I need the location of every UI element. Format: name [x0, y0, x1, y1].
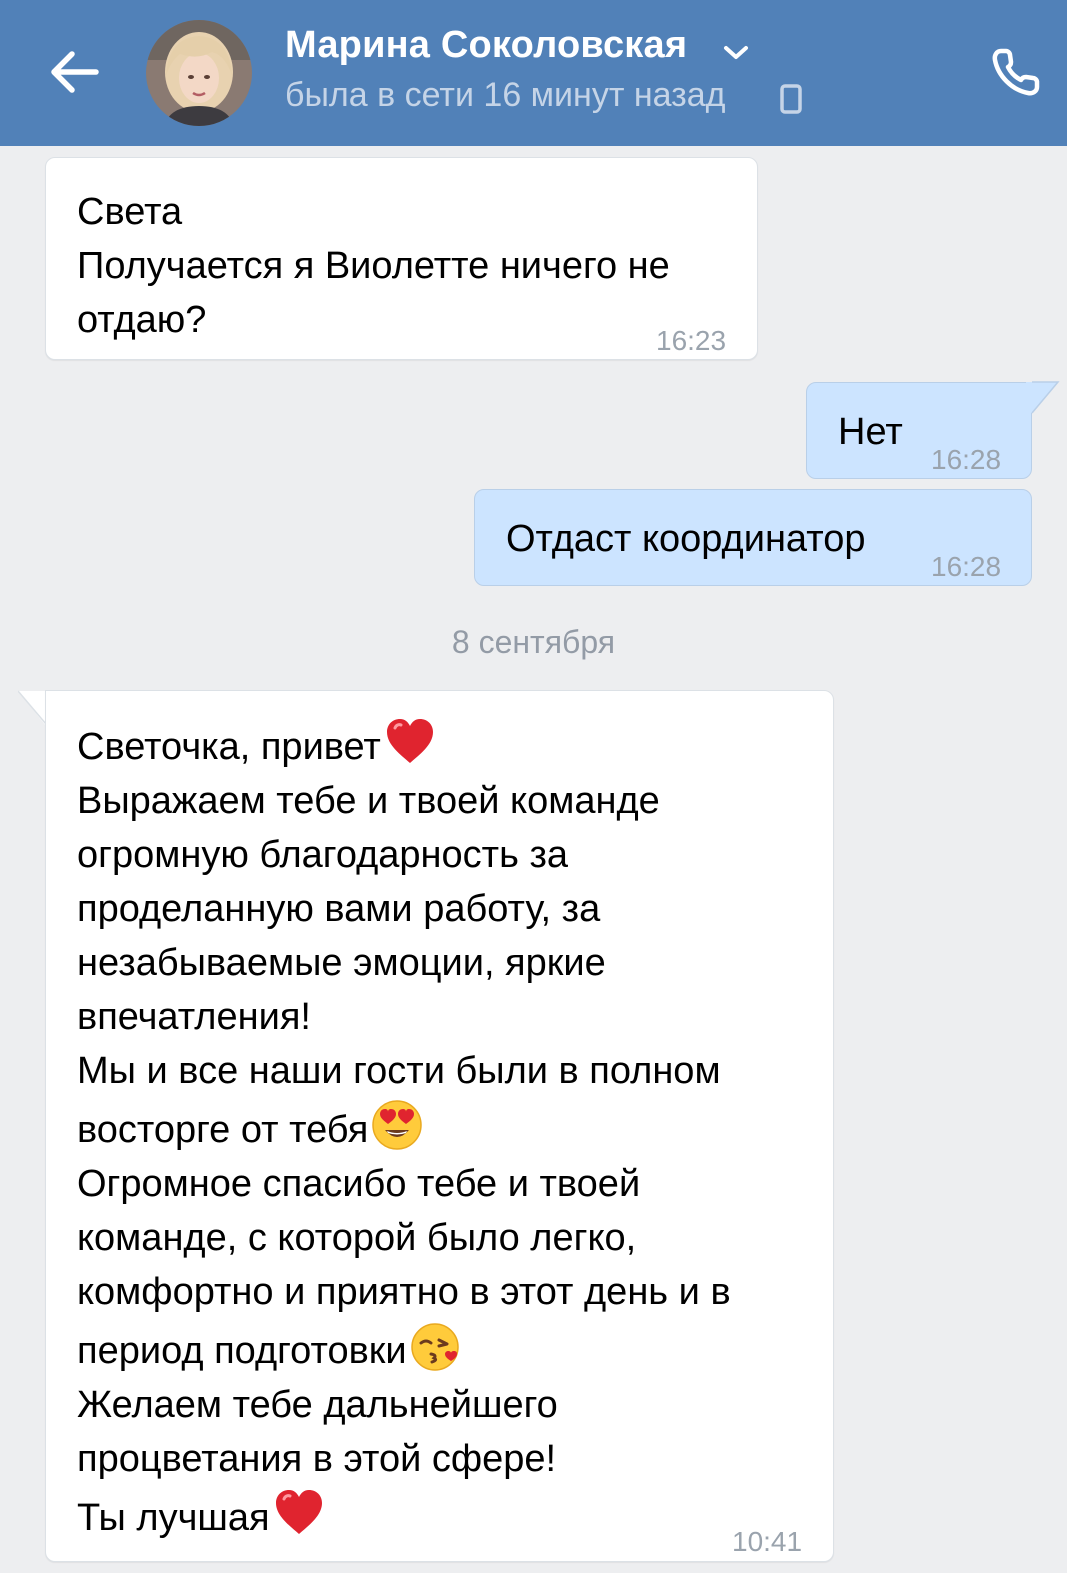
message-line: незабываемые эмоции, яркие: [77, 942, 606, 984]
message-line: Отдаст координатор: [506, 518, 866, 560]
incoming-message[interactable]: Светочка, привет Выражаем тебе и твоей к…: [45, 690, 834, 1562]
message-line: огромную благодарность за: [77, 834, 568, 876]
message-line: комфортно и приятно в этот день и в: [77, 1271, 731, 1313]
message-line: впечатления!: [77, 996, 311, 1038]
message-line: отдаю?: [77, 299, 207, 341]
message-time: 16:23: [656, 325, 727, 356]
message-text: Света Получается я Виолетте ничего не от…: [77, 185, 670, 347]
chat-header: Марина Соколовская была в сети 16 минут …: [0, 0, 1067, 146]
red-heart-emoji-icon: [386, 719, 433, 763]
incoming-message[interactable]: Света Получается я Виолетте ничего не от…: [45, 157, 758, 360]
contact-avatar[interactable]: [146, 20, 252, 126]
message-line: Получается я Виолетте ничего не: [77, 245, 670, 287]
message-time: 16:28: [931, 551, 1002, 582]
message-line: Ты лучшая: [77, 1486, 731, 1545]
bubble-tail: [1026, 381, 1060, 414]
message-line: процветания в этой сфере!: [77, 1438, 557, 1480]
contact-name[interactable]: Марина Соколовская: [285, 24, 687, 67]
message-line: Выражаем тебе и твоей команде: [77, 780, 660, 822]
message-text: Светочка, привет Выражаем тебе и твоей к…: [77, 715, 731, 1545]
kissing-face-emoji-icon: [410, 1323, 459, 1371]
phone-icon: [992, 48, 1040, 96]
red-heart-emoji-icon: [275, 1490, 322, 1534]
back-arrow-icon: [51, 51, 99, 93]
message-time: 10:41: [732, 1526, 803, 1557]
chevron-down-icon[interactable]: [722, 42, 750, 62]
message-time: 16:28: [931, 444, 1002, 475]
date-separator: 8 сентября: [451, 624, 616, 660]
heart-eyes-emoji-icon: [372, 1100, 423, 1150]
message-line: период подготовки: [77, 1319, 731, 1378]
message-line: команде, с которой было легко,: [77, 1217, 637, 1259]
outgoing-message[interactable]: Нет 16:28: [806, 382, 1032, 479]
message-line: Нет: [838, 411, 903, 453]
message-line: восторге от тебя: [77, 1098, 731, 1157]
message-line: Света: [77, 191, 183, 233]
message-line: Желаем тебе дальнейшего: [77, 1384, 558, 1426]
outgoing-message[interactable]: Отдаст координатор 16:28: [474, 489, 1032, 586]
message-line: Огромное спасибо тебе и твоей: [77, 1163, 641, 1205]
mobile-device-icon: [780, 84, 802, 114]
message-line: проделанную вами работу, за: [77, 888, 601, 930]
message-line: Светочка, привет: [77, 715, 731, 774]
call-button[interactable]: [984, 40, 1048, 104]
back-button[interactable]: [38, 36, 110, 108]
message-line: Мы и все наши гости были в полном: [77, 1050, 721, 1092]
last-seen-status: была в сети 16 минут назад: [285, 76, 726, 114]
